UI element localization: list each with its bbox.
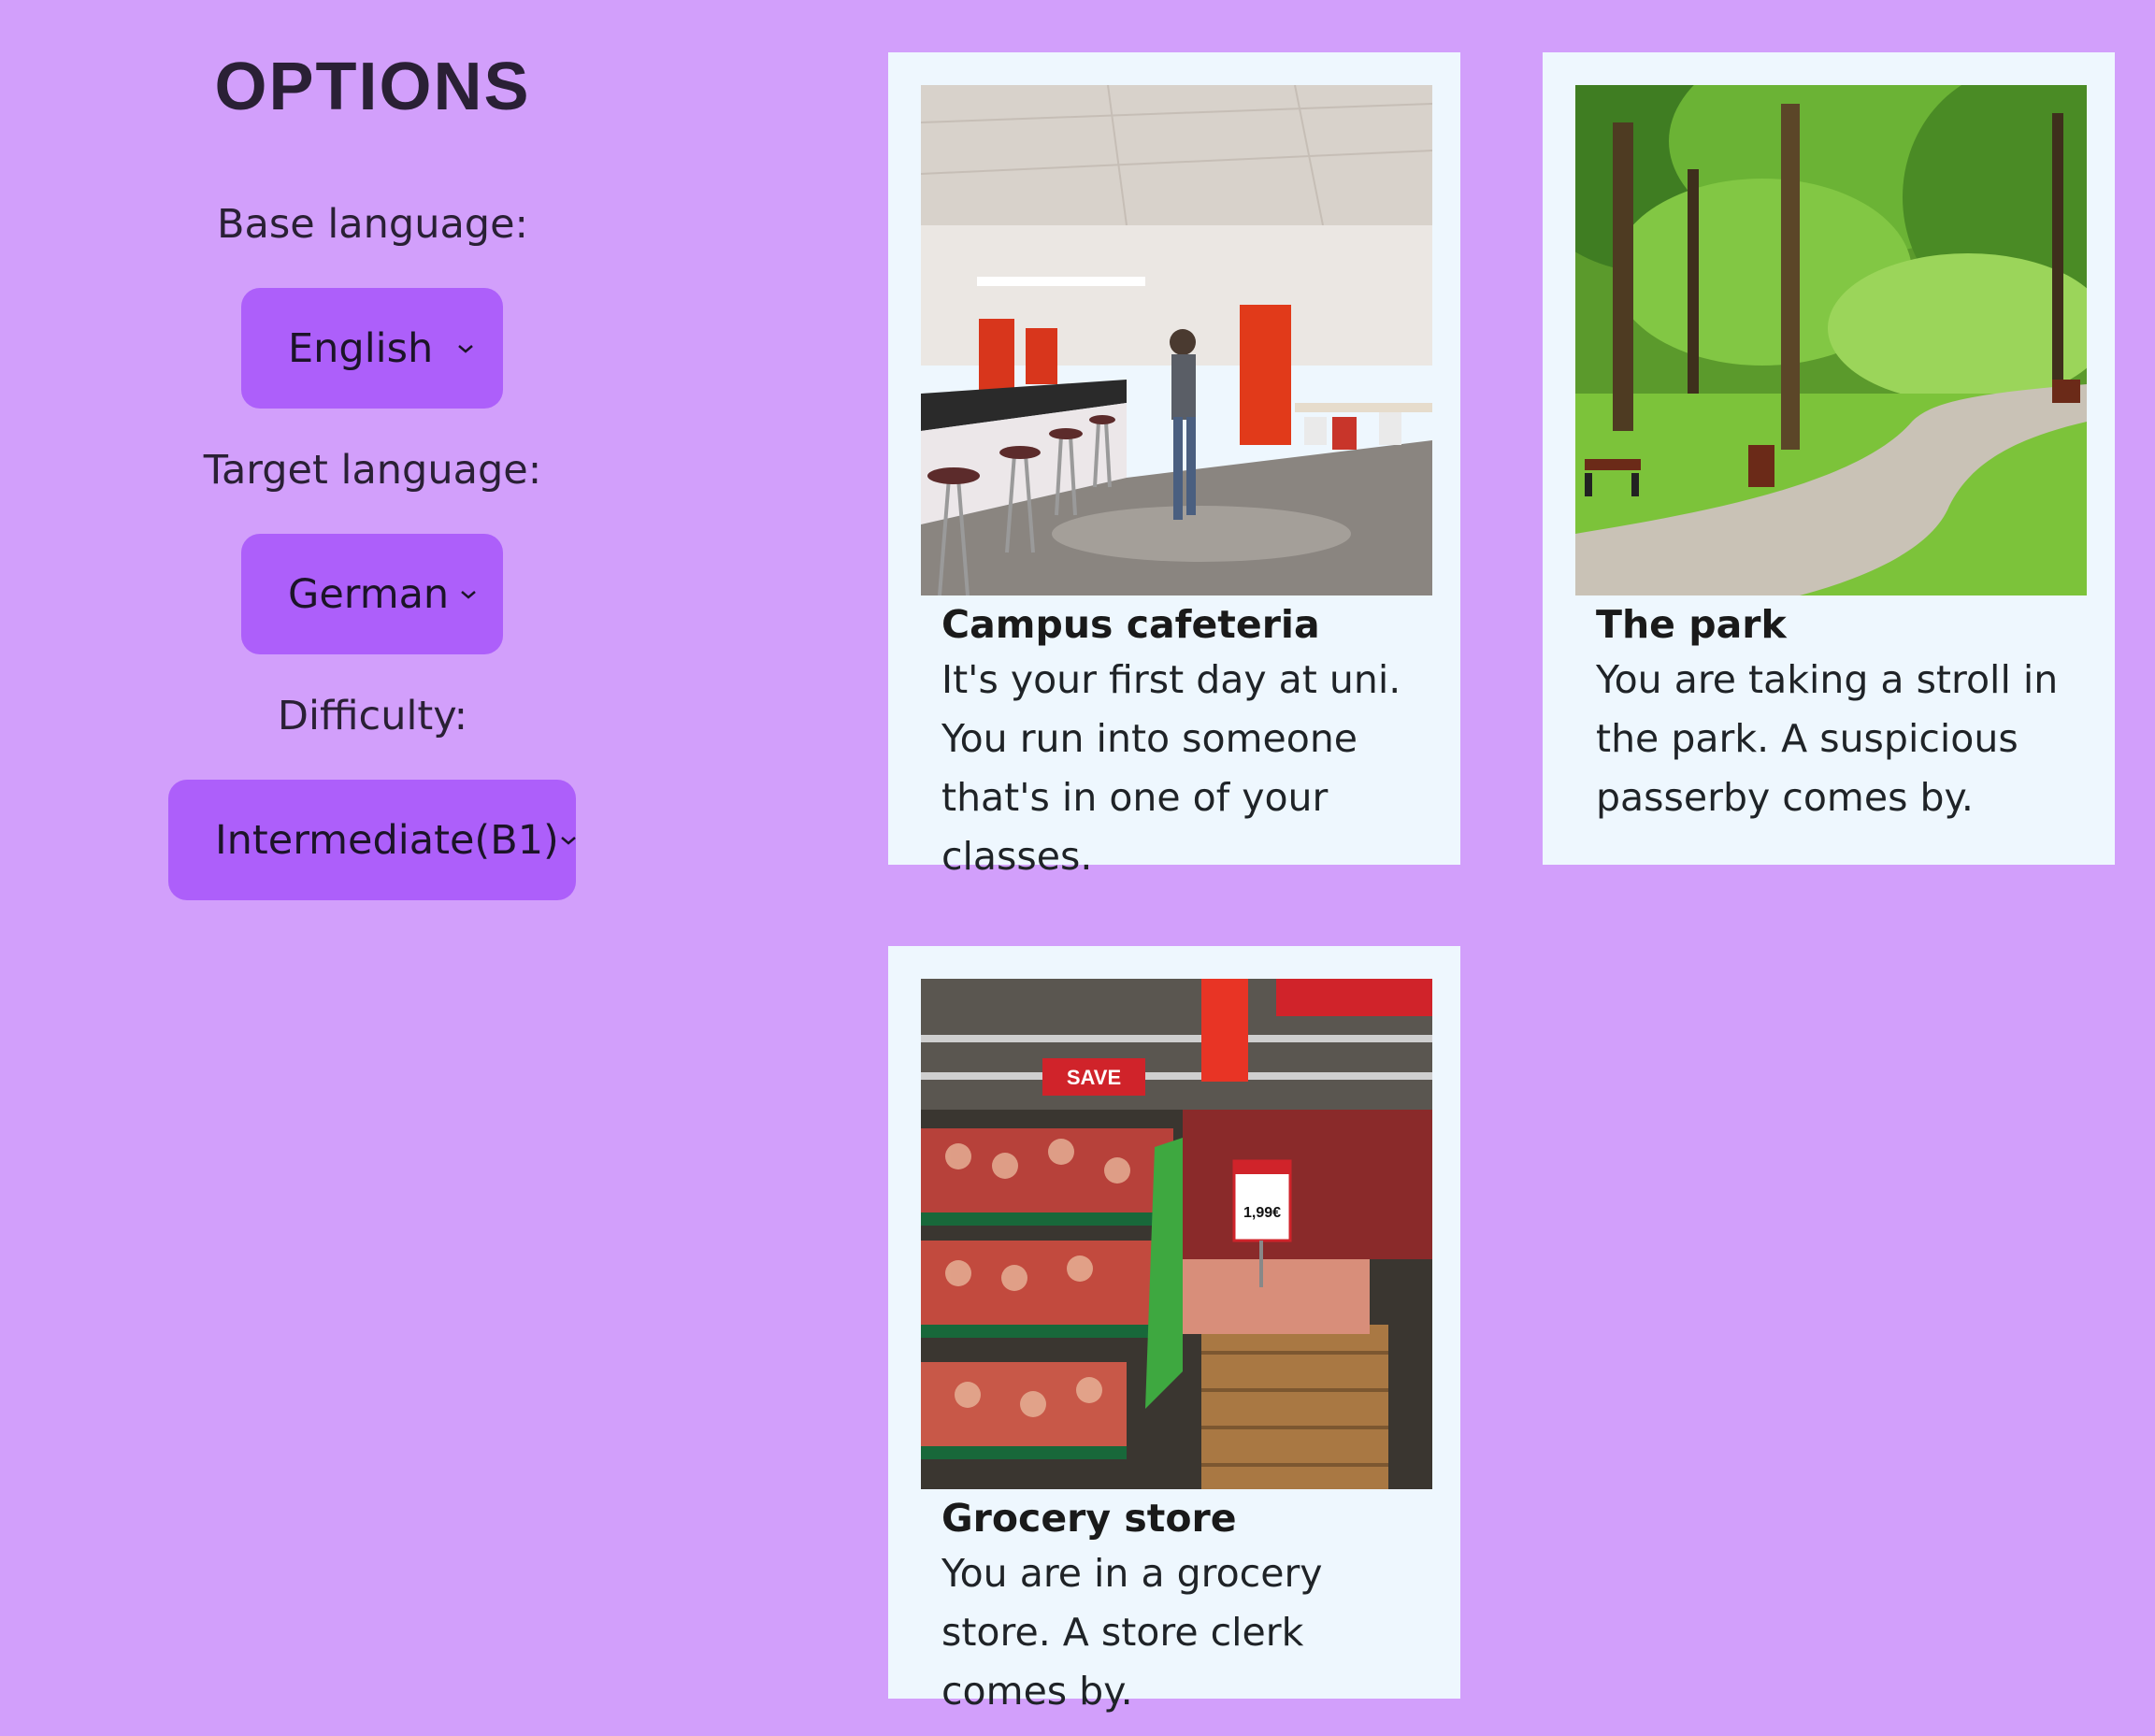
options-title: OPTIONS (214, 50, 531, 124)
scenario-title: Campus cafeteria (941, 602, 1320, 647)
scenario-description: It's your first day at uni. You run into… (941, 657, 1401, 879)
scenario-card-park[interactable]: The park You are taking a stroll in the … (1543, 52, 2115, 865)
difficulty-value: Intermediate(B1) (215, 816, 559, 864)
scenario-title: The park (1596, 602, 1787, 647)
scenario-card-cafeteria[interactable]: Campus cafeteria It's your first day at … (888, 52, 1460, 879)
difficulty-select[interactable]: Intermediate(B1) (168, 780, 576, 900)
target-language-label: Target language: (203, 447, 542, 494)
chevron-down-icon (559, 822, 578, 859)
scenario-title: Grocery store (941, 1496, 1237, 1541)
base-language-select[interactable]: English (241, 288, 503, 409)
options-panel: OPTIONS Base language: English Target la… (0, 0, 745, 935)
park-image (1575, 85, 2087, 595)
difficulty-label: Difficulty: (277, 693, 468, 739)
base-language-value: English (288, 324, 434, 372)
cafeteria-image (921, 85, 1432, 595)
price-sign-text: 1,99€ (1243, 1205, 1281, 1221)
scenario-description: You are taking a stroll in the park. A s… (1596, 657, 2059, 820)
base-language-label: Base language: (216, 201, 529, 248)
save-sign-text: SAVE (1067, 1066, 1121, 1089)
scenario-description: You are in a grocery store. A store cler… (941, 1551, 1323, 1714)
chevron-down-icon (449, 576, 488, 613)
target-language-value: German (288, 570, 450, 618)
target-language-select[interactable]: German (241, 534, 503, 654)
grocery-image: SAVE 1,99€ (921, 979, 1432, 1489)
scenario-card-grocery[interactable]: SAVE 1,99€ Grocery store You are in a gr… (888, 946, 1460, 1714)
chevron-down-icon (443, 330, 488, 367)
